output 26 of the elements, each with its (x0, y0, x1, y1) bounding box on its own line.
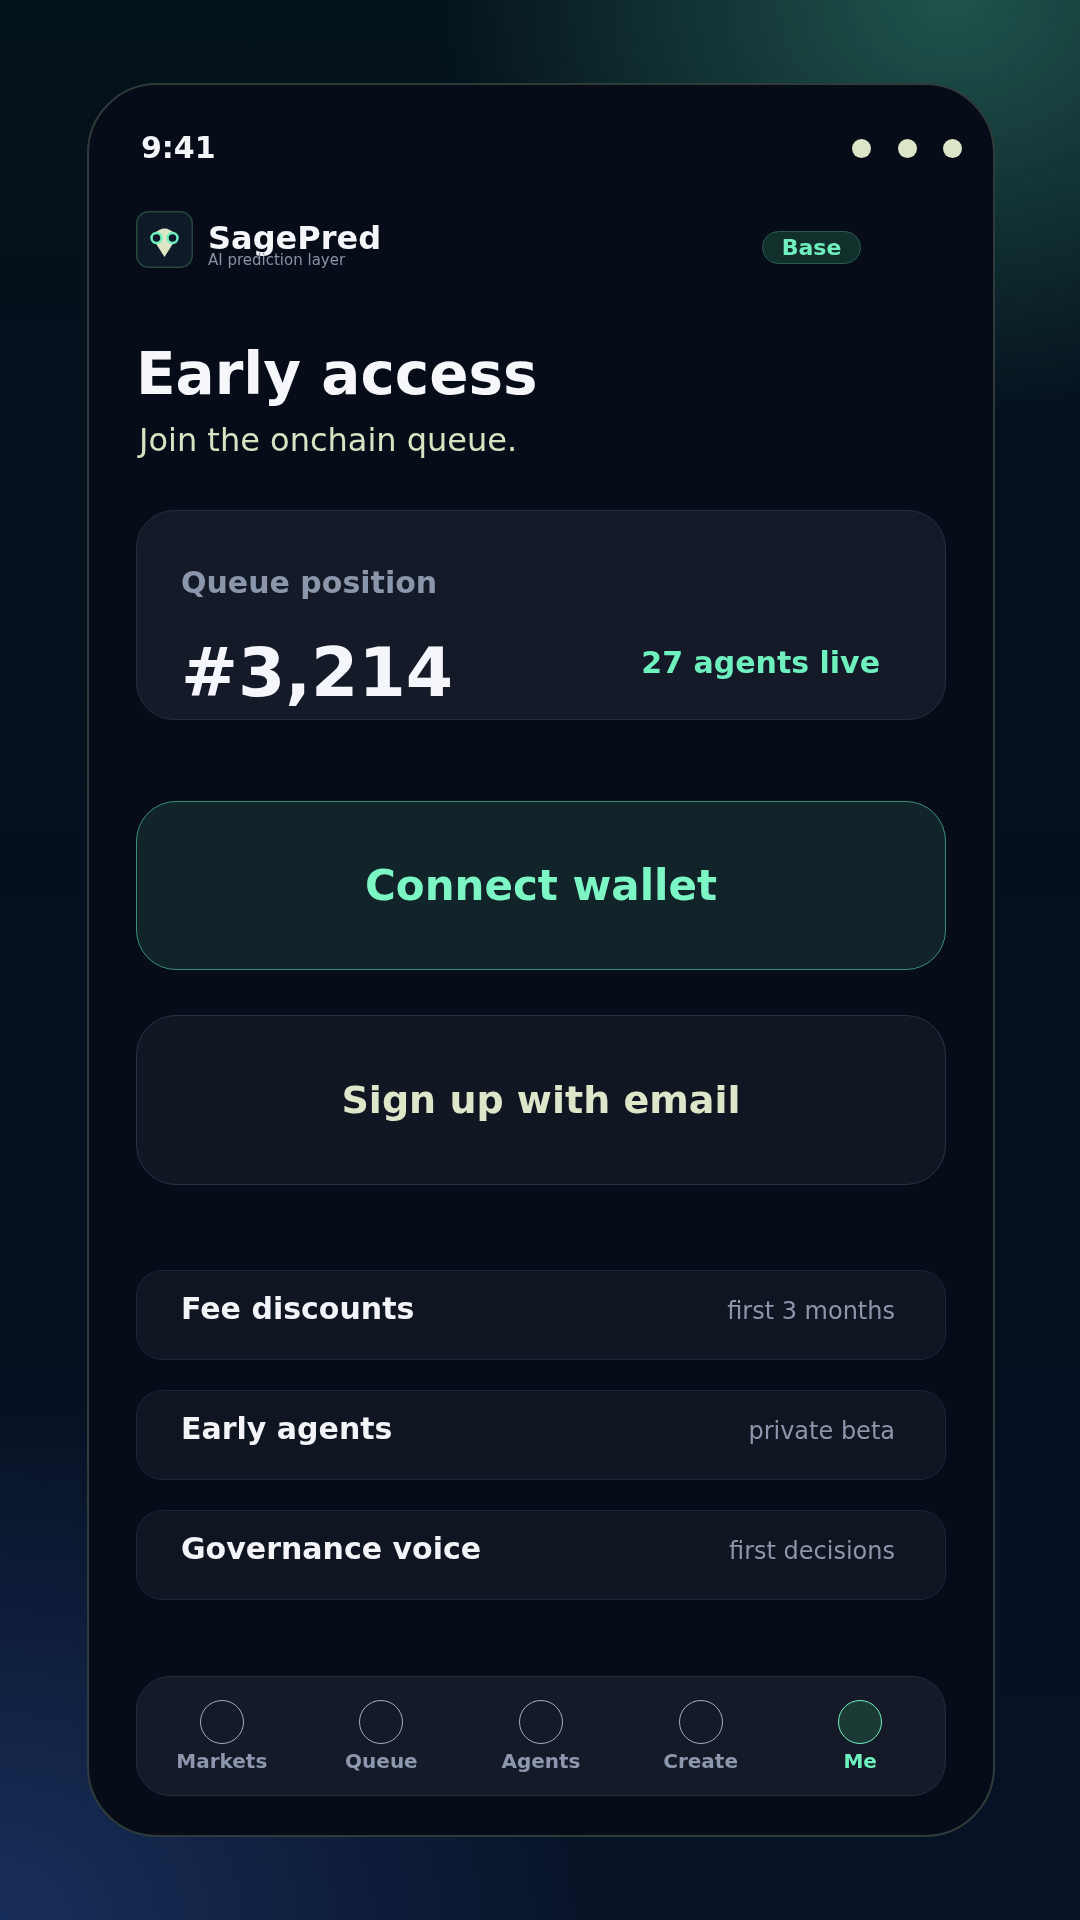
queue-position: #3,214 (181, 639, 454, 707)
secondary-button[interactable]: Sign up with email (136, 1015, 946, 1185)
status-dot-icon (897, 138, 917, 158)
nav-tab[interactable]: Me (838, 1700, 883, 1773)
nav-tab[interactable]: Queue (345, 1700, 418, 1773)
perk-title: Early agents (181, 1411, 393, 1447)
nav-tab[interactable]: Create (663, 1700, 738, 1773)
nav-tab[interactable]: Markets (176, 1700, 268, 1773)
app-name: SagePred (208, 223, 382, 254)
status-time: 9:41 (141, 130, 216, 166)
agents-live-text: 27 agents live (641, 645, 880, 681)
perk-detail: first 3 months (727, 1296, 895, 1326)
logo-icon (136, 211, 193, 268)
nav-tab[interactable]: Agents (501, 1700, 581, 1773)
status-dot-icon (943, 138, 962, 158)
status-dot-icon (852, 138, 871, 158)
circle-icon (838, 1700, 883, 1744)
page-subtitle: Join the onchain queue. (139, 421, 519, 459)
perk-detail: private beta (748, 1416, 895, 1446)
network-badge: Base (762, 231, 861, 264)
primary-button[interactable]: Connect wallet (136, 801, 946, 970)
queue-label: Queue position (181, 565, 439, 601)
page-title: Early access (136, 339, 539, 409)
perk-title: Governance voice (181, 1531, 482, 1567)
perk-title: Fee discounts (181, 1291, 415, 1327)
perk-detail: first decisions (729, 1536, 895, 1566)
